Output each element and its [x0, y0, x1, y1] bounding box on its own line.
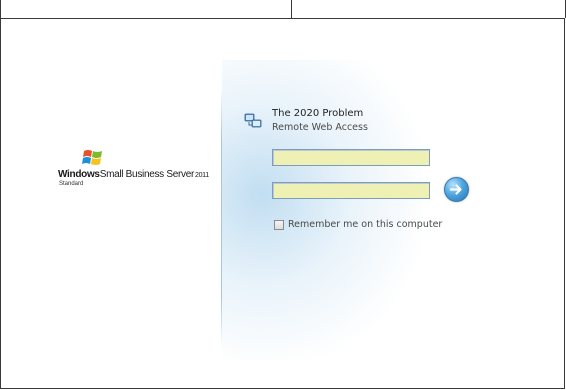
remember-me-checkbox[interactable] [274, 219, 284, 230]
site-title: The 2020 Problem [272, 108, 364, 119]
sign-in-button[interactable] [444, 177, 469, 202]
login-page: WindowsSmall Business Server2011 Standar… [0, 0, 566, 390]
top-left-edge [0, 0, 1, 18]
remote-web-access-icon [244, 113, 262, 128]
product-year: 2011 [195, 172, 209, 179]
top-strip [0, 0, 566, 18]
password-input[interactable] [272, 182, 430, 199]
product-name-windows: Windows [58, 169, 100, 180]
vertical-separator [221, 88, 222, 348]
windows-flag-icon [82, 150, 102, 165]
username-input[interactable] [272, 149, 430, 166]
arrow-right-icon [449, 184, 462, 195]
remember-me-label: Remember me on this computer [288, 219, 443, 230]
login-frame [0, 18, 565, 389]
product-name: WindowsSmall Business Server2011 [58, 169, 209, 180]
remember-me[interactable]: Remember me on this computer [274, 214, 442, 233]
top-divider [291, 0, 292, 18]
product-name-sbs: Small Business Server [99, 169, 195, 180]
product-edition: Standard [59, 181, 84, 187]
site-subtitle: Remote Web Access [272, 122, 368, 133]
